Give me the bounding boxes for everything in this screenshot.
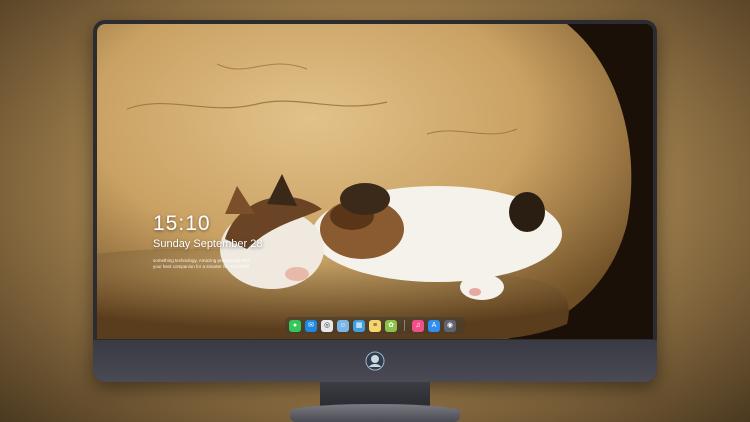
monitor: 15:10 Sunday September 28 something tech… <box>93 20 657 382</box>
music-icon[interactable]: ♫ <box>412 319 424 332</box>
monitor-stand-base <box>290 404 460 422</box>
screen: 15:10 Sunday September 28 something tech… <box>97 24 653 339</box>
messages-icon[interactable]: ● <box>289 319 301 332</box>
lock-screen-note: something technology, Amazing productivi… <box>153 258 273 270</box>
wallpaper-cat-image <box>97 24 653 339</box>
claquette-icon[interactable]: ▦ <box>353 319 365 332</box>
notes-icon[interactable]: ≡ <box>369 319 381 332</box>
finder-icon[interactable]: ☺ <box>337 319 349 332</box>
lock-screen-time: 15:10 <box>153 212 211 235</box>
safari-icon[interactable]: ◎ <box>321 319 333 332</box>
app-store-icon[interactable]: A <box>428 319 440 332</box>
photos-icon[interactable]: ✿ <box>385 319 397 332</box>
camera-icon[interactable]: ◉ <box>444 319 456 332</box>
note-line-2: your best companion for a smarter life. … <box>153 264 250 269</box>
brand-logo-icon <box>365 351 385 371</box>
dock: ● ✉ ◎ ☺ ▦ ≡ ✿ ♫ A ◉ <box>285 317 465 334</box>
mail-icon[interactable]: ✉ <box>305 319 317 332</box>
monitor-chin <box>93 340 657 382</box>
lock-screen-date: Sunday September 28 <box>153 238 263 250</box>
dock-separator <box>404 320 405 331</box>
